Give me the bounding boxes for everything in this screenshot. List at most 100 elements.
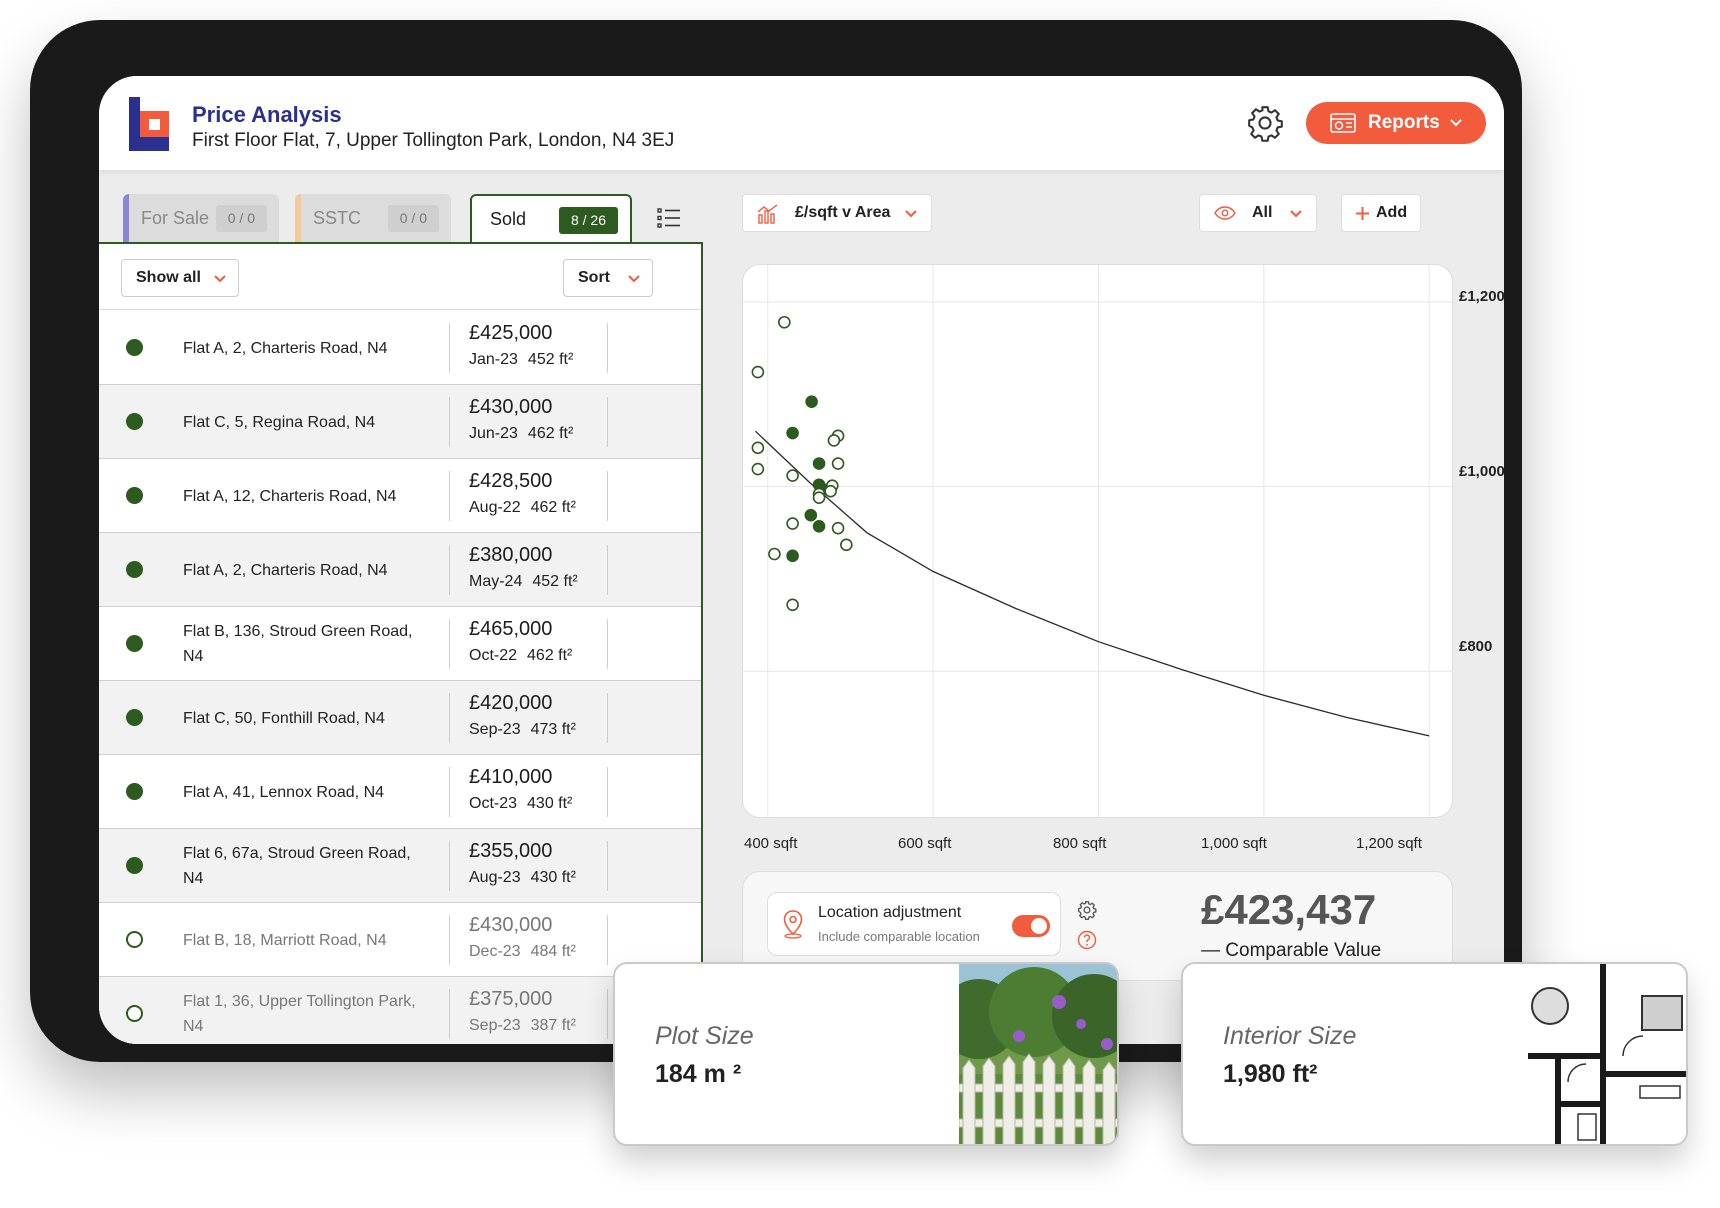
selection-dot-icon[interactable]	[126, 635, 143, 652]
listing-price: £410,000	[469, 766, 553, 788]
scatter-chart-card	[742, 264, 1454, 819]
listing-date: Aug-22	[469, 499, 521, 516]
tab-sstc[interactable]: SSTC 0 / 0	[295, 194, 451, 243]
unselected-comparable-point[interactable]	[778, 315, 791, 329]
selection-dot-icon[interactable]	[126, 339, 143, 356]
selection-dot-icon[interactable]	[126, 561, 143, 578]
listing-row[interactable]: Flat B, 136, Stroud Green Road, N4 £465,0…	[99, 607, 701, 681]
chevron-down-icon	[1290, 210, 1302, 218]
selected-comparable-point[interactable]	[786, 549, 799, 563]
unselected-comparable-point[interactable]	[831, 521, 845, 535]
selection-dot-icon[interactable]	[126, 931, 143, 948]
show-all-dropdown[interactable]: Show all	[121, 259, 239, 297]
listing-address: Flat C, 50, Fonthill Road, N4	[183, 709, 385, 727]
listing-row[interactable]: Flat A, 2, Charteris Road, N4 £380,000 May…	[99, 533, 701, 607]
listing-date: Dec-23	[469, 943, 521, 960]
price-per-sqft-scatter-chart	[743, 265, 1454, 819]
selection-dot-icon[interactable]	[126, 413, 143, 430]
column-divider	[607, 767, 608, 817]
interior-size-value: 1,980 ft²	[1223, 1060, 1318, 1088]
list-view-icon[interactable]	[657, 207, 681, 229]
settings-gear-icon[interactable]	[1246, 104, 1284, 142]
unselected-comparable-point[interactable]	[827, 434, 841, 447]
listing-date: Jun-23	[469, 425, 518, 442]
unselected-comparable-point[interactable]	[786, 469, 799, 482]
selection-dot-icon[interactable]	[126, 709, 143, 726]
listing-price: £355,000	[469, 840, 553, 862]
unselected-comparable-point[interactable]	[840, 538, 853, 552]
listing-size: 387 ft²	[530, 1017, 576, 1034]
app-header: Price Analysis First Floor Flat, 7, Uppe…	[99, 76, 1504, 170]
listing-size: 452 ft²	[527, 351, 574, 368]
listing-row[interactable]: Flat A, 2, Charteris Road, N4 £425,000 Jan…	[99, 311, 701, 385]
listing-price: £425,000	[469, 322, 553, 344]
add-label: Add	[1376, 204, 1408, 221]
listing-row[interactable]: Flat 6, 67a, Stroud Green Road, N4 £355,0…	[99, 829, 701, 903]
unselected-comparable-point[interactable]	[786, 517, 799, 530]
sort-dropdown[interactable]: Sort	[563, 259, 653, 297]
show-all-label: Show all	[136, 269, 201, 286]
tab-for-sale[interactable]: For Sale 0 / 0	[123, 194, 279, 243]
listing-size: 462 ft²	[527, 647, 573, 664]
selection-dot-icon[interactable]	[126, 1005, 143, 1022]
column-divider	[607, 397, 608, 447]
listing-date: May-24	[469, 573, 523, 590]
unselected-comparable-point[interactable]	[751, 441, 765, 455]
chevron-down-icon	[214, 275, 226, 283]
x-tick-label: 1,000 sqft	[1201, 835, 1267, 852]
selected-comparable-point[interactable]	[812, 457, 826, 470]
chart-icon	[757, 204, 778, 224]
listing-date: Oct-22	[469, 647, 518, 664]
app-logo	[129, 97, 169, 151]
listing-meta: Jan-23 452 ft²	[469, 351, 573, 369]
column-divider	[449, 989, 450, 1039]
tablet-frame: Price Analysis First Floor Flat, 7, Uppe…	[30, 20, 1522, 1062]
listing-address: Flat A, 12, Charteris Road, N4	[183, 487, 397, 505]
selected-comparable-point[interactable]	[812, 520, 826, 533]
column-divider	[449, 471, 450, 521]
chevron-down-icon	[628, 275, 640, 283]
selection-dot-icon[interactable]	[126, 857, 143, 874]
location-adjustment-toggle[interactable]	[1012, 915, 1050, 937]
listing-row[interactable]: Flat C, 50, Fonthill Road, N4 £420,000 Sep…	[99, 681, 701, 755]
selected-comparable-point[interactable]	[804, 508, 818, 522]
listing-price: £430,000	[469, 396, 553, 418]
unselected-comparable-point[interactable]	[751, 365, 765, 379]
plot-size-card: Plot Size 184 m ²	[613, 962, 1119, 1146]
selection-dot-icon[interactable]	[126, 487, 143, 504]
selected-comparable-point[interactable]	[805, 395, 818, 408]
listing-row[interactable]: Flat B, 18, Marriott Road, N4 £430,000 Dec…	[99, 903, 701, 977]
status-tabs: For Sale 0 / 0 SSTC 0 / 0 Sold 8 / 26	[99, 194, 699, 243]
x-tick-label: 600 sqft	[898, 835, 952, 852]
add-button[interactable]: Add	[1341, 194, 1421, 232]
unselected-comparable-point[interactable]	[768, 547, 781, 561]
column-divider	[449, 767, 450, 817]
column-divider	[607, 323, 608, 373]
unselected-comparable-point[interactable]	[751, 462, 765, 476]
unselected-comparable-point[interactable]	[812, 491, 826, 504]
visibility-label: All	[1252, 204, 1273, 221]
chart-type-dropdown[interactable]: £/sqft v Area	[742, 194, 932, 232]
unselected-comparable-point[interactable]	[786, 598, 799, 612]
reports-button[interactable]: Reports	[1306, 102, 1486, 144]
listing-size: 452 ft²	[532, 573, 578, 590]
selected-comparable-point[interactable]	[786, 426, 799, 440]
selection-dot-icon[interactable]	[126, 783, 143, 800]
listing-date: Oct-23	[469, 795, 518, 812]
unselected-comparable-point[interactable]	[831, 457, 845, 470]
help-icon[interactable]	[1077, 930, 1097, 950]
listing-meta: Jun-23 462 ft²	[469, 425, 573, 443]
unselected-comparable-point[interactable]	[824, 484, 837, 498]
tab-label: Sold	[490, 209, 527, 229]
listing-row[interactable]: Flat A, 41, Lennox Road, N4 £410,000 Oct-2…	[99, 755, 701, 829]
tab-sold[interactable]: Sold 8 / 26	[470, 194, 632, 243]
listing-row[interactable]: Flat C, 5, Regina Road, N4 £430,000 Jun-23…	[99, 385, 701, 459]
listing-row[interactable]: Flat 1, 36, Upper Tollington Park, N4 £37…	[99, 977, 701, 1044]
listing-row[interactable]: Flat A, 12, Charteris Road, N4 £428,500 Au…	[99, 459, 701, 533]
sort-label: Sort	[578, 269, 610, 286]
comparables-list-panel: Show all Sort Flat A, 2, Charteris Road,…	[99, 242, 703, 1044]
visibility-dropdown[interactable]: All	[1199, 194, 1317, 232]
settings-gear-icon[interactable]	[1077, 900, 1097, 920]
interior-size-card: Interior Size 1,980 ft²	[1181, 962, 1688, 1146]
listing-address: Flat A, 2, Charteris Road, N4	[183, 339, 388, 357]
